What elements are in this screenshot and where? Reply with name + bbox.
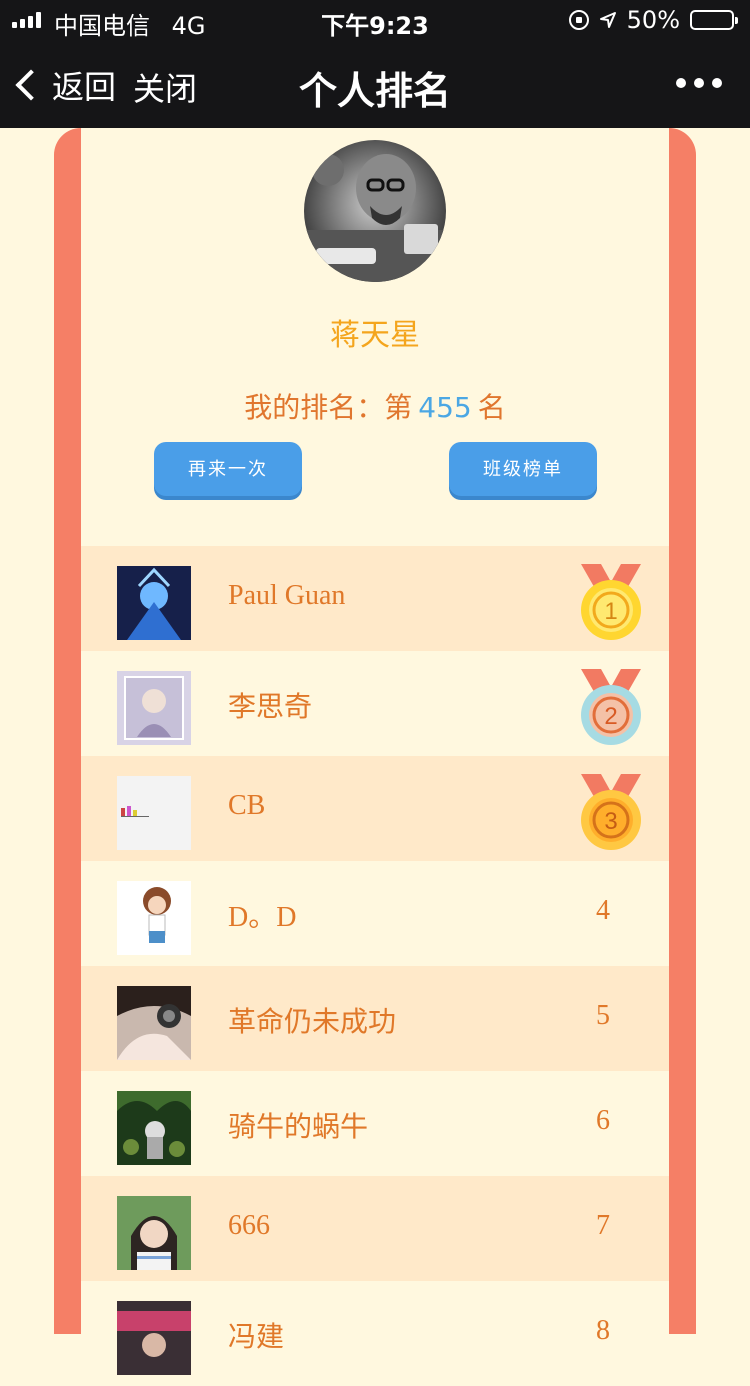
rank-number: 8 (596, 1315, 610, 1346)
list-item[interactable]: 骑牛的蜗牛 6 (81, 1071, 669, 1176)
page-title: 个人排名 (298, 69, 451, 113)
avatar (117, 566, 191, 640)
svg-text:1: 1 (604, 598, 617, 625)
user-name: 蒋天星 (330, 318, 420, 353)
svg-text:3: 3 (604, 808, 617, 835)
user-avatar (304, 140, 446, 282)
player-name: D。D (228, 902, 297, 933)
retry-button[interactable]: 再来一次 (154, 442, 302, 496)
bronze-medal-icon: 3 (581, 774, 641, 850)
list-item[interactable]: Paul Guan 1 (81, 546, 669, 651)
avatar (117, 1301, 191, 1375)
frame-right (669, 128, 696, 1334)
rank-number: 5 (596, 1000, 610, 1031)
svg-text:2: 2 (604, 703, 617, 730)
my-rank-prefix: 我的排名：第 (244, 391, 413, 424)
class-board-button[interactable]: 班级榜单 (449, 442, 597, 496)
my-rank-suffix: 名 (477, 391, 506, 424)
player-name: Paul Guan (228, 580, 346, 611)
location-arrow-icon (599, 12, 616, 28)
avatar (117, 1196, 191, 1270)
status-bar: 中国电信 4G 下午9:23 50% (0, 0, 750, 40)
my-rank: 我的排名：第 455 名 (81, 386, 669, 426)
player-name: 骑牛的蜗牛 (228, 1112, 369, 1143)
battery-percent: 50% (626, 6, 680, 34)
rank-number: 4 (596, 895, 610, 926)
avatar (117, 671, 191, 745)
list-item[interactable]: 李思奇 2 (81, 651, 669, 756)
list-item[interactable]: D。D 4 (81, 861, 669, 966)
frame-left (54, 128, 81, 1334)
gold-medal-icon: 1 (581, 564, 641, 640)
avatar (117, 1091, 191, 1165)
player-name: 李思奇 (228, 692, 313, 723)
more-dots-icon (676, 78, 686, 88)
list-item[interactable]: 革命仍未成功 5 (81, 966, 669, 1071)
rank-list: Paul Guan 1 李思奇 2 CB 3 D。D 4 革命仍未成功 5 骑牛… (81, 546, 669, 1386)
player-name: CB (228, 790, 266, 821)
player-name: 冯建 (228, 1322, 285, 1353)
my-rank-value: 455 (418, 391, 472, 424)
avatar (117, 986, 191, 1060)
avatar (117, 881, 191, 955)
more-menu-button[interactable] (676, 78, 722, 88)
list-item[interactable]: CB 3 (81, 756, 669, 861)
rank-number: 7 (596, 1210, 610, 1241)
rank-number: 6 (596, 1105, 610, 1136)
ranking-panel: 蒋天星 我的排名：第 455 名 再来一次 班级榜单 Paul Guan 1 李思奇 (81, 128, 669, 1386)
player-name: 革命仍未成功 (228, 1007, 397, 1038)
battery-icon (690, 10, 738, 30)
player-name: 666 (228, 1210, 270, 1241)
status-right: 50% (568, 6, 738, 34)
silver-medal-icon: 2 (581, 669, 641, 745)
avatar (117, 776, 191, 850)
list-item[interactable]: 666 7 (81, 1176, 669, 1281)
top-bar: 中国电信 4G 下午9:23 50% 返回 关闭 个人排名 (0, 0, 750, 128)
nav-bar: 返回 关闭 个人排名 (0, 40, 750, 128)
rotation-lock-icon (568, 10, 589, 30)
